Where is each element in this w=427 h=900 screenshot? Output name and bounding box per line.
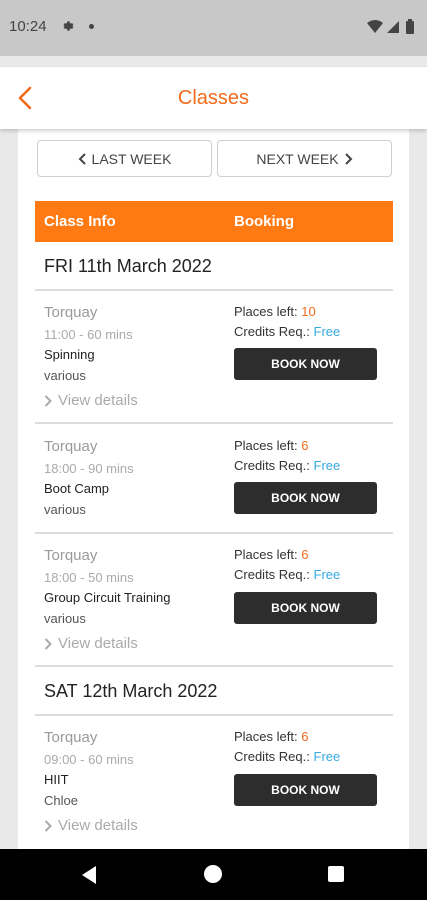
system-nav-bar xyxy=(0,849,427,900)
class-location: Torquay xyxy=(44,547,98,564)
next-week-label: NEXT WEEK xyxy=(256,150,339,167)
book-now-button[interactable]: BOOK NOW xyxy=(234,774,377,806)
places-count: 6 xyxy=(301,438,309,453)
credits-label: Credits Req.: xyxy=(234,749,310,764)
table-header: Class Info Booking xyxy=(35,201,393,242)
places-label: Places left: xyxy=(234,729,298,744)
class-location: Torquay xyxy=(44,304,98,321)
places-left: Places left: 6 xyxy=(234,729,308,744)
view-details-link[interactable]: View details xyxy=(44,635,138,652)
view-details-link[interactable]: View details xyxy=(44,817,138,834)
places-label: Places left: xyxy=(234,438,298,453)
class-time: 09:00 - 60 mins xyxy=(44,752,134,767)
class-instructor: various xyxy=(44,502,86,517)
class-instructor: Chloe xyxy=(44,793,78,808)
last-week-label: LAST WEEK xyxy=(91,150,172,167)
view-details-label: View details xyxy=(58,635,138,652)
places-left: Places left: 10 xyxy=(234,304,316,319)
divider xyxy=(35,532,393,534)
credits-value: Free xyxy=(313,567,341,582)
notification-dot-icon xyxy=(89,24,94,29)
class-time: 11:00 - 60 mins xyxy=(44,327,133,342)
class-name: HIIT xyxy=(44,772,69,787)
column-booking: Booking xyxy=(234,213,294,230)
page-title: Classes xyxy=(177,87,250,109)
view-details-link[interactable]: View details xyxy=(44,392,138,409)
class-time: 18:00 - 50 mins xyxy=(44,570,134,585)
day-heading: FRI 11th March 2022 xyxy=(44,256,212,276)
credits-required: Credits Req.: Free xyxy=(234,324,340,339)
status-time: 10:24 xyxy=(9,18,47,35)
signal-battery-icons xyxy=(367,19,414,34)
credits-required: Credits Req.: Free xyxy=(234,567,340,582)
status-bar: 10:24 xyxy=(0,0,427,56)
book-now-button[interactable]: BOOK NOW xyxy=(234,348,377,380)
credits-value: Free xyxy=(313,324,341,339)
last-week-button[interactable]: LAST WEEK xyxy=(37,140,212,177)
view-details-label: View details xyxy=(58,817,138,834)
day-heading: SAT 12th March 2022 xyxy=(44,681,218,701)
credits-label: Credits Req.: xyxy=(234,567,310,582)
credits-required: Credits Req.: Free xyxy=(234,458,340,473)
class-location: Torquay xyxy=(44,438,98,455)
places-count: 6 xyxy=(301,547,309,562)
places-label: Places left: xyxy=(234,547,298,562)
settings-gear-icon xyxy=(63,21,74,31)
places-count: 6 xyxy=(301,729,309,744)
class-location: Torquay xyxy=(44,729,98,746)
app-header: Classes xyxy=(0,67,427,129)
book-now-button[interactable]: BOOK NOW xyxy=(234,482,377,514)
divider xyxy=(35,422,393,424)
nav-back-icon[interactable] xyxy=(80,865,98,885)
chevron-right-icon xyxy=(44,394,52,407)
view-details-label: View details xyxy=(58,392,138,409)
credits-value: Free xyxy=(313,749,341,764)
credits-label: Credits Req.: xyxy=(234,458,310,473)
chevron-right-icon xyxy=(44,637,52,650)
credits-required: Credits Req.: Free xyxy=(234,749,340,764)
divider xyxy=(35,289,393,291)
classes-content[interactable]: LAST WEEK NEXT WEEK Class Info Booking F… xyxy=(18,129,409,849)
places-left: Places left: 6 xyxy=(234,547,308,562)
nav-home-icon[interactable] xyxy=(204,865,222,883)
class-instructor: various xyxy=(44,611,86,626)
class-name: Group Circuit Training xyxy=(44,590,171,605)
chevron-left-icon xyxy=(78,152,86,165)
book-now-button[interactable]: BOOK NOW xyxy=(234,592,377,624)
credits-value: Free xyxy=(313,458,341,473)
divider xyxy=(35,665,393,667)
class-name: Spinning xyxy=(44,347,95,362)
class-time: 18:00 - 90 mins xyxy=(44,461,134,476)
class-name: Boot Camp xyxy=(44,481,110,496)
nav-recents-icon[interactable] xyxy=(328,866,344,882)
class-instructor: various xyxy=(44,368,86,383)
places-count: 10 xyxy=(301,304,316,319)
places-left: Places left: 6 xyxy=(234,438,308,453)
next-week-button[interactable]: NEXT WEEK xyxy=(217,140,392,177)
places-label: Places left: xyxy=(234,304,298,319)
chevron-right-icon xyxy=(44,819,52,832)
divider xyxy=(35,714,393,716)
credits-label: Credits Req.: xyxy=(234,324,310,339)
chevron-right-icon xyxy=(344,152,353,165)
column-class-info: Class Info xyxy=(44,213,116,230)
